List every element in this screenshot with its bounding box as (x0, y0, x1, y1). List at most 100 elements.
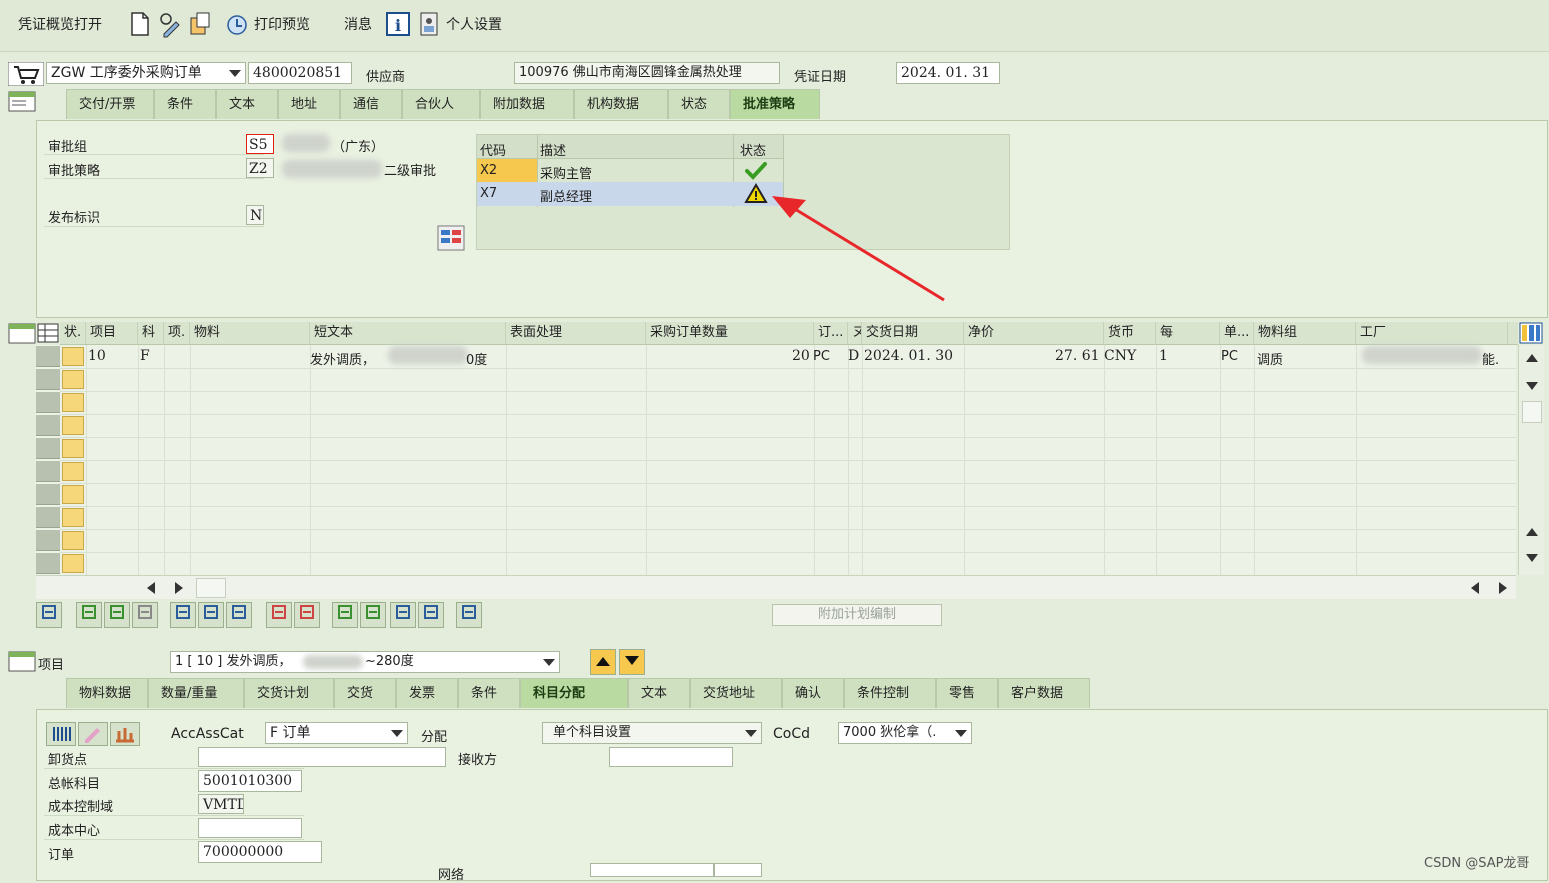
next-item-button[interactable] (619, 649, 645, 675)
order-field[interactable]: 700000000 (198, 841, 322, 863)
chevron-down-icon[interactable] (229, 70, 241, 77)
col-net-price[interactable]: 净价 (964, 322, 1104, 344)
document-date-field[interactable]: 2024. 01. 31 (896, 62, 1000, 84)
col-acct-cat[interactable]: 科 (138, 322, 164, 344)
tab-header-1[interactable]: 条件 (154, 89, 216, 119)
col-short-text[interactable]: 短文本 (310, 322, 506, 344)
delete-icon[interactable] (170, 602, 196, 628)
document-type-select[interactable]: ZGW 工序委外采购订单 (46, 62, 246, 84)
tab-detail-6[interactable]: 科目分配 (520, 678, 628, 708)
item-currency[interactable]: CNY (1104, 348, 1136, 364)
col-item-cat[interactable]: 项. (164, 322, 190, 344)
select-all-icon[interactable] (76, 602, 102, 628)
item-date-cat[interactable]: D (848, 348, 859, 364)
document-flow-icon[interactable] (456, 602, 482, 628)
col-plant[interactable]: 工厂 (1356, 322, 1508, 344)
cocd-select[interactable]: 7000 狄伦拿（. (838, 722, 972, 744)
tab-header-6[interactable]: 附加数据 (480, 89, 574, 119)
cost-center-field[interactable] (198, 818, 302, 838)
col-order-unit[interactable]: 订... (814, 322, 848, 344)
item-net-price[interactable]: 27. 61 (1055, 348, 1100, 364)
status-cell[interactable] (62, 508, 84, 527)
row-selector[interactable] (36, 346, 60, 367)
controlling-area-field[interactable]: VMTD (198, 794, 244, 814)
distribution-icon[interactable] (110, 722, 140, 746)
scroll-right-icon[interactable] (174, 582, 184, 594)
status-cell[interactable] (62, 416, 84, 435)
item-material-group[interactable]: 调质 (1257, 349, 1283, 368)
row-selector[interactable] (36, 530, 60, 551)
scroll-left-icon[interactable] (146, 582, 156, 594)
overview-button[interactable]: 凭证概览打开 (18, 14, 102, 34)
personal-settings-icon[interactable] (418, 10, 442, 38)
unblock-icon[interactable] (226, 602, 252, 628)
tab-detail-0[interactable]: 物料数据 (66, 678, 148, 708)
block-icon[interactable] (198, 602, 224, 628)
recipient-field[interactable] (609, 747, 733, 767)
status-cell[interactable] (62, 462, 84, 481)
row-selector[interactable] (36, 507, 60, 528)
approval-strategy-field[interactable]: Z2 (246, 158, 274, 178)
tab-detail-3[interactable]: 交货 (334, 678, 396, 708)
chevron-down-icon[interactable] (745, 730, 757, 737)
network-activity-field[interactable] (714, 863, 762, 877)
personal-settings-label[interactable]: 个人设置 (446, 14, 502, 34)
tab-header-9[interactable]: 批准策略 (730, 89, 820, 119)
single-assignment-icon[interactable] (46, 722, 76, 746)
tab-detail-10[interactable]: 条件控制 (844, 678, 936, 708)
tab-detail-9[interactable]: 确认 (782, 678, 844, 708)
scroll-up-icon[interactable] (1526, 353, 1538, 363)
release-indicator-field[interactable]: N (246, 205, 264, 225)
tab-detail-11[interactable]: 零售 (936, 678, 998, 708)
gl-account-field[interactable]: 5001010300 (198, 770, 302, 792)
edit-assignment-icon[interactable] (78, 722, 108, 746)
item-delivery-date[interactable]: 2024. 01. 30 (864, 348, 953, 364)
col-quantity[interactable]: 采购订单数量 (646, 322, 814, 344)
scroll-page-down-icon[interactable] (1526, 553, 1538, 563)
tab-header-3[interactable]: 地址 (278, 89, 340, 119)
col-uom[interactable]: 单... (1220, 322, 1254, 344)
display-change-icon[interactable] (158, 10, 182, 38)
column-settings-icon[interactable] (1519, 322, 1543, 344)
row-selector[interactable] (36, 484, 60, 505)
col-currency[interactable]: 货币 (1104, 322, 1156, 344)
other-document-icon[interactable] (188, 10, 212, 38)
col-per[interactable]: 每 (1156, 322, 1220, 344)
row-selector[interactable] (36, 438, 60, 459)
details-icon[interactable] (36, 602, 62, 628)
tab-header-4[interactable]: 通信 (340, 89, 402, 119)
print-preview-label[interactable]: 打印预览 (254, 14, 310, 34)
row-selector[interactable] (36, 553, 60, 574)
print-preview-icon[interactable] (226, 10, 250, 38)
copy-line-icon[interactable] (266, 602, 292, 628)
additional-planning-button[interactable]: 附加计划编制 (772, 604, 942, 626)
tab-header-8[interactable]: 状态 (668, 89, 730, 119)
tab-header-0[interactable]: 交付/开票 (66, 89, 154, 119)
paste-icon[interactable] (294, 602, 320, 628)
tab-detail-8[interactable]: 交货地址 (690, 678, 782, 708)
tab-detail-12[interactable]: 客户数据 (998, 678, 1090, 708)
tab-detail-5[interactable]: 条件 (458, 678, 520, 708)
accasscat-select[interactable]: F 订单 (265, 722, 408, 744)
info-icon[interactable]: i (386, 10, 410, 38)
row-selector[interactable] (36, 461, 60, 482)
tab-header-5[interactable]: 合伙人 (402, 89, 480, 119)
scroll-thumb[interactable] (1522, 401, 1542, 423)
scroll-page-up-icon[interactable] (1526, 527, 1538, 537)
col-material-group[interactable]: 物料组 (1254, 322, 1356, 344)
release-details-icon[interactable] (437, 225, 465, 251)
col-material[interactable]: 物料 (190, 322, 310, 344)
tab-header-2[interactable]: 文本 (216, 89, 278, 119)
status-cell[interactable] (62, 531, 84, 550)
distribution-select[interactable]: 单个科目设置 (542, 722, 762, 744)
unloading-point-field[interactable] (198, 747, 446, 767)
new-document-icon[interactable] (128, 10, 152, 38)
col-delivery-date[interactable]: 交货日期 (862, 322, 964, 344)
item-uom[interactable]: PC (1221, 349, 1238, 364)
chevron-down-icon[interactable] (543, 659, 555, 666)
status-cell[interactable] (62, 370, 84, 389)
tab-detail-7[interactable]: 文本 (628, 678, 690, 708)
status-cell[interactable] (62, 393, 84, 412)
po-number-field[interactable]: 4800020851 (248, 62, 352, 84)
item-quantity[interactable]: 20 (792, 348, 810, 364)
